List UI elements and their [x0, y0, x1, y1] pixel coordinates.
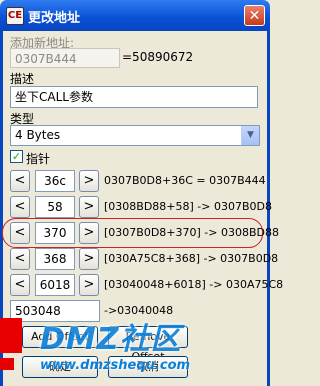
offset-value[interactable]: 6018 [35, 274, 75, 296]
offset-increase-button[interactable]: > [79, 170, 99, 192]
red-marker [0, 318, 22, 353]
address-input[interactable]: 0307B444 [10, 48, 120, 68]
offset-value[interactable]: 58 [35, 196, 75, 218]
type-select[interactable]: 4 Bytes ▼ [10, 125, 260, 146]
window-title: 更改地址 [28, 11, 81, 26]
address-result: =50890672 [122, 50, 194, 64]
offset-decrease-button[interactable]: < [10, 196, 30, 218]
offset-increase-button[interactable]: > [79, 196, 99, 218]
offset-increase-button[interactable]: > [79, 248, 99, 270]
title-bar[interactable]: CE 更改地址 ✕ [0, 0, 270, 31]
offset-decrease-button[interactable]: < [10, 274, 30, 296]
pointer-checkbox[interactable]: ✓ [10, 150, 23, 163]
offset-decrease-button[interactable]: < [10, 248, 30, 270]
offset-value[interactable]: 36c [35, 170, 75, 192]
pointer-label: 指针 [26, 152, 51, 166]
offset-decrease-button[interactable]: < [10, 170, 30, 192]
description-label: 描述 [10, 72, 35, 86]
offset-increase-button[interactable]: > [79, 274, 99, 296]
offset-result: [0308BD88+58] -> 0307B0D8 [104, 200, 272, 213]
red-marker [0, 358, 14, 370]
offset-increase-button[interactable]: > [79, 222, 99, 244]
watermark-logo: DMZ社区 [40, 322, 182, 357]
offset-value[interactable]: 368 [35, 248, 75, 270]
offset-result: [030A75C8+368] -> 0307B0D8 [104, 252, 279, 265]
chevron-down-icon[interactable]: ▼ [241, 126, 259, 145]
offset-result: 0307B0D8+36C = 0307B444 [104, 174, 266, 187]
watermark-url: www.dmzshequ.com [40, 358, 191, 373]
offset-value[interactable]: 370 [35, 222, 75, 244]
offset-decrease-button[interactable]: < [10, 222, 30, 244]
offset-result: [03040048+6018] -> 030A75C8 [104, 278, 284, 291]
description-input[interactable]: 坐下CALL参数 [10, 86, 258, 108]
offset-result: [0307B0D8+370] -> 0308BD88 [104, 226, 279, 239]
app-icon: CE [6, 7, 24, 25]
close-icon[interactable]: ✕ [244, 5, 265, 26]
type-select-value: 4 Bytes [15, 128, 61, 142]
